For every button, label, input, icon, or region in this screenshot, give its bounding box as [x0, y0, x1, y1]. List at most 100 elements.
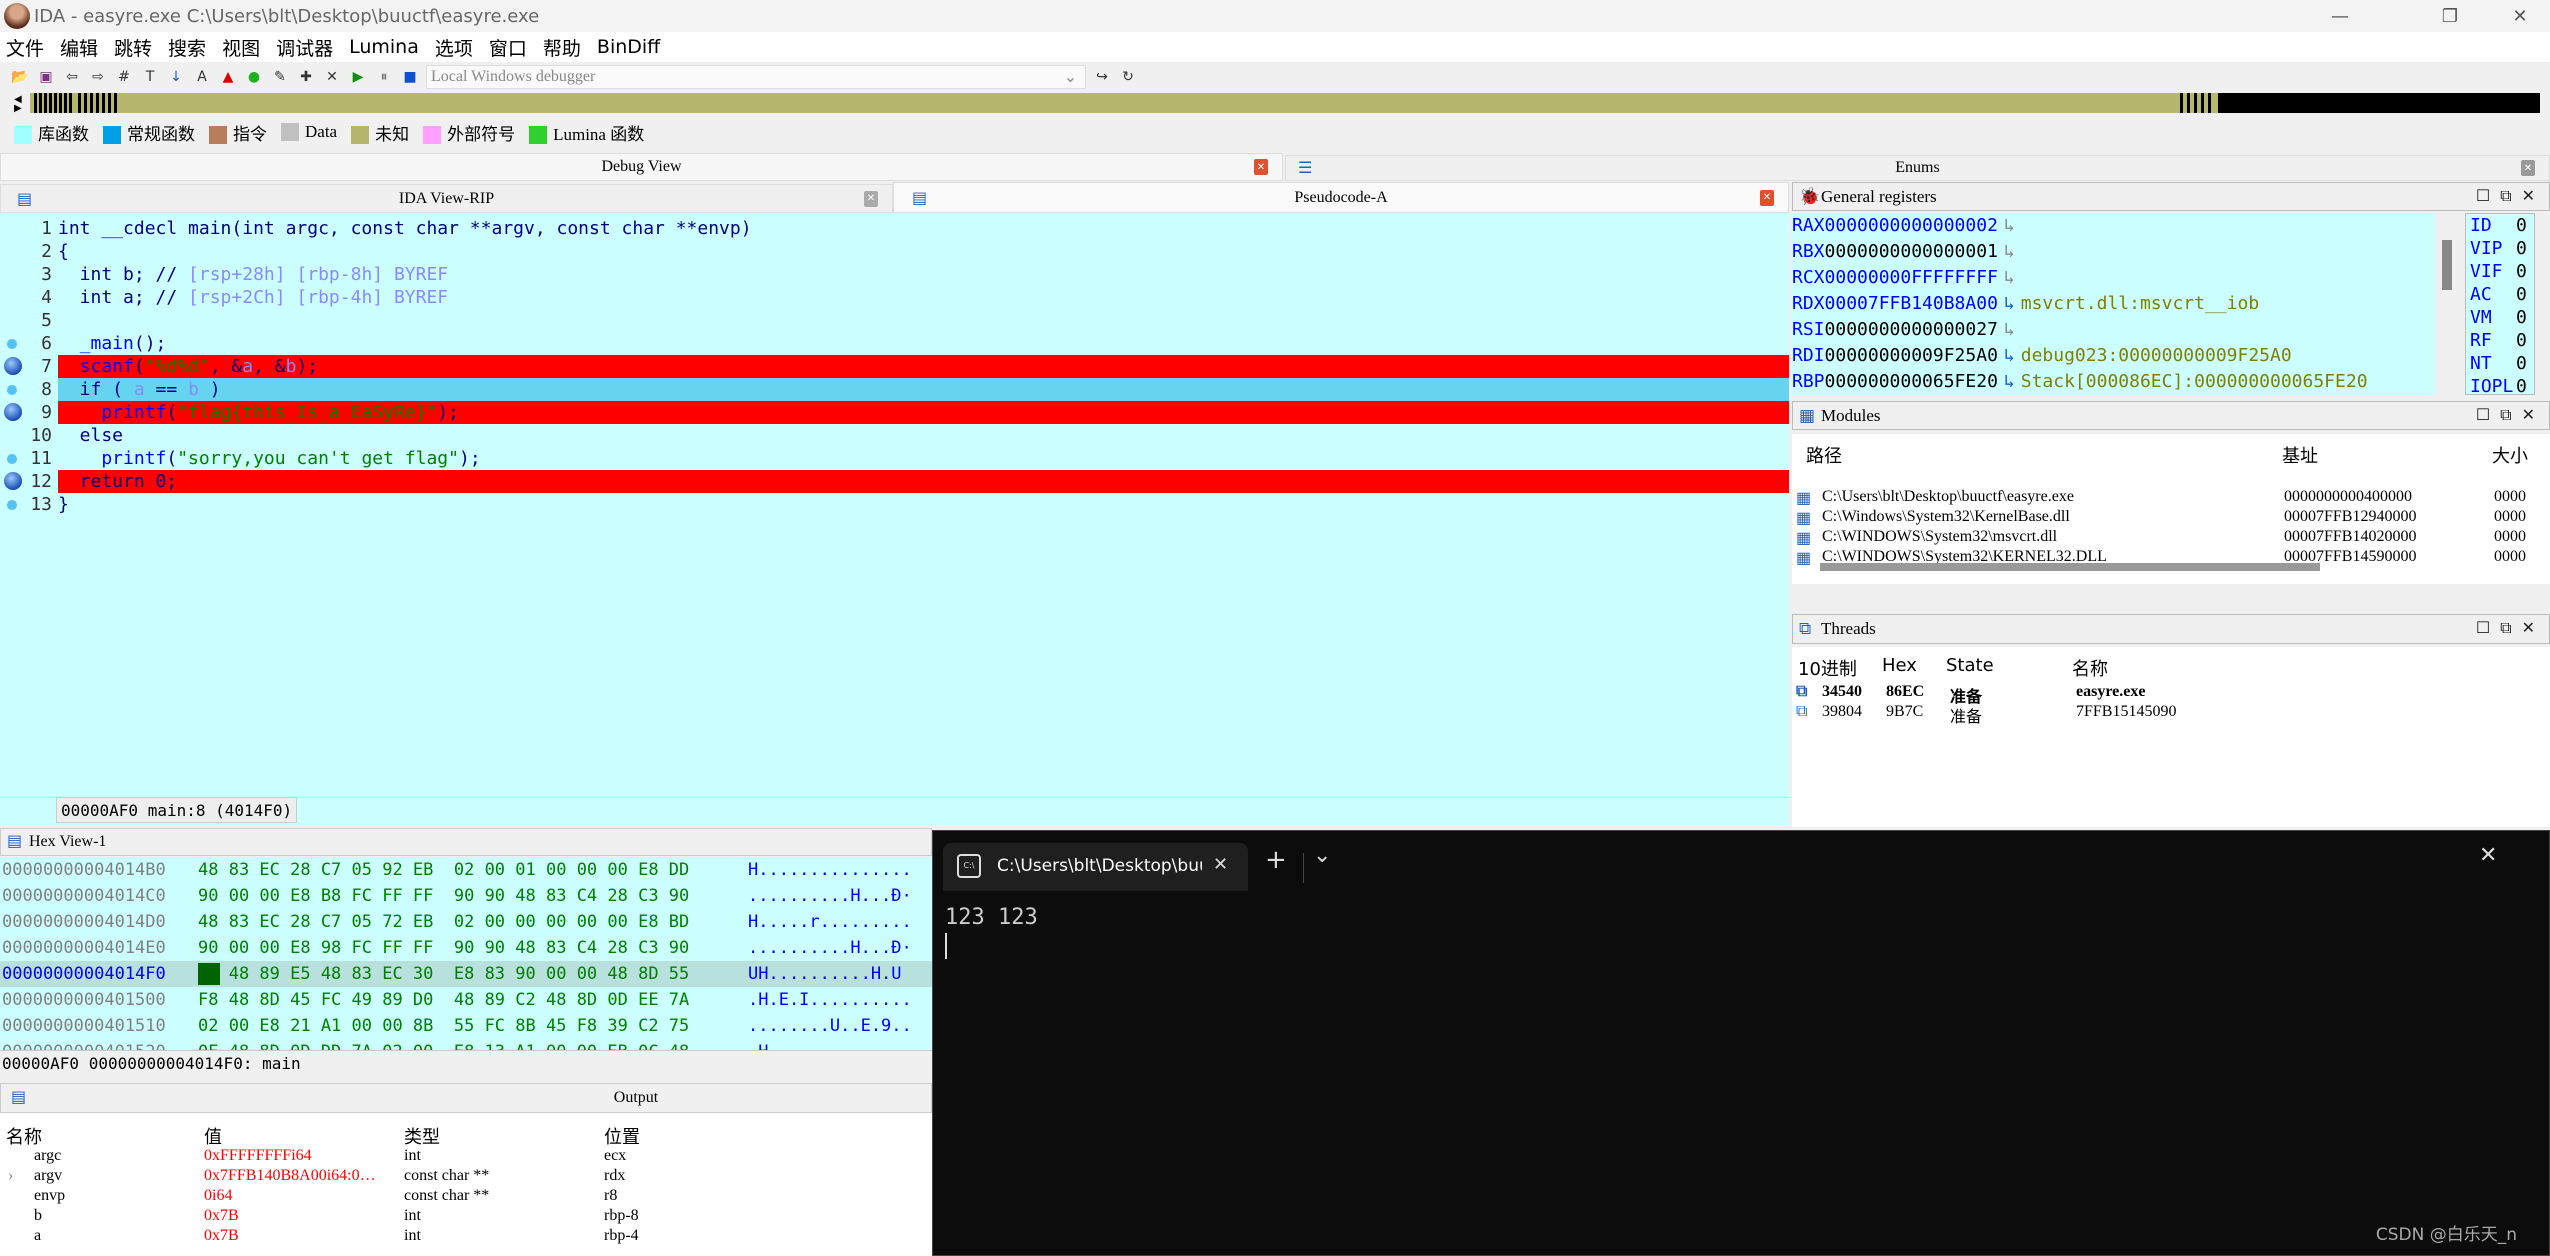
register-value[interactable]: 0000000000000002	[1825, 215, 1998, 236]
hex-row[interactable]: 00000000004014F0 55 48 89 E5 48 83 EC 30 …	[0, 961, 932, 987]
close-icon[interactable]: ✕	[1760, 189, 1774, 206]
flag-row[interactable]: ID 0	[2466, 214, 2534, 237]
text-icon[interactable]: A	[192, 67, 212, 87]
hex-ascii[interactable]: H.....r.........	[748, 909, 912, 935]
code-icon[interactable]: ✎	[270, 67, 290, 87]
hex-row[interactable]: 0000000000401500 F8 48 8D 45 FC 49 89 D0 …	[0, 987, 932, 1013]
code-line[interactable]: 12 return 0;	[0, 470, 1789, 493]
register-value[interactable]: 000000000065FE20	[1825, 371, 1998, 392]
hex-bytes[interactable]: 90 00 00 E8 98 FC FF FF 90 90 48 83 C4 2…	[198, 935, 689, 961]
save-icon[interactable]: ▣	[36, 67, 56, 87]
column-header[interactable]: State	[1946, 655, 1994, 676]
code-line[interactable]: 4 int a; // [rsp+2Ch] [rbp-4h] BYREF	[0, 286, 1789, 309]
thread-row[interactable]: ⧉ 39804 9B7C 准备 7FFB15145090	[1792, 703, 2550, 726]
jump-arrow-icon[interactable]: ↳	[2004, 267, 2015, 288]
jump-arrow-icon[interactable]: ↳	[2004, 241, 2015, 262]
column-header[interactable]: 10进制	[1798, 655, 1857, 681]
output-header[interactable]: ▤ Output	[0, 1083, 932, 1113]
search-binary-icon[interactable]: #	[114, 67, 134, 87]
navigation-band[interactable]	[30, 93, 2540, 113]
column-header[interactable]: 类型	[404, 1123, 440, 1149]
register-value[interactable]: 00000000FFFFFFFF	[1825, 267, 1998, 288]
flag-row[interactable]: RF 0	[2466, 329, 2534, 352]
terminal-tab[interactable]: C:\ C:\Users\blt\Desktop\buuctf\ ✕	[943, 843, 1248, 891]
terminal-close-button[interactable]: ✕	[2479, 843, 2497, 868]
pause-icon[interactable]: ⏸	[374, 67, 394, 87]
code-line[interactable]: 9 printf("flag{this_Is_a_EaSyRe}");	[0, 401, 1789, 424]
flag-row[interactable]: NT 0	[2466, 352, 2534, 375]
hex-row[interactable]: 00000000004014D0 48 83 EC 28 C7 05 72 EB …	[0, 909, 932, 935]
hex-ascii[interactable]: UH..........H.U	[748, 961, 902, 987]
local-var-row[interactable]: a 0x7B int rbp-4	[0, 1227, 932, 1247]
menu-item[interactable]: BinDiff	[597, 36, 660, 58]
green-circle-icon[interactable]: ●	[244, 67, 264, 87]
step-over-icon[interactable]: ↻	[1118, 67, 1138, 87]
hex-bytes[interactable]: 02 00 E8 21 A1 00 00 8B 55 FC 8B 45 F8 3…	[198, 1013, 689, 1039]
module-row[interactable]: ▦ C:\Windows\System32\KernelBase.dll 00007…	[1792, 508, 2550, 528]
register-value[interactable]: 00000000009F25A0	[1825, 345, 1998, 366]
close-icon[interactable]: ✕	[864, 190, 878, 207]
register-hint[interactable]: msvcrt.dll:msvcrt__iob	[2021, 293, 2259, 314]
register-value[interactable]: 0000000000000001	[1825, 241, 1998, 262]
jump-arrow-icon[interactable]: ↳	[2004, 371, 2015, 392]
nav-scroll-arrows[interactable]: ◀ ▶	[14, 95, 22, 114]
flag-row[interactable]: IOPL 0	[2466, 375, 2534, 394]
tab-ida-view-rip[interactable]: ▤ IDA View-RIP ✕	[0, 184, 893, 213]
jump-arrow-icon[interactable]: ↳	[2004, 215, 2015, 236]
play-icon[interactable]: ▶	[348, 67, 368, 87]
menu-item[interactable]: 帮助	[543, 34, 581, 61]
code-line[interactable]: 3 int b; // [rsp+28h] [rbp-8h] BYREF	[0, 263, 1789, 286]
hex-bytes[interactable]: 48 83 EC 28 C7 05 72 EB 02 00 00 00 00 0…	[198, 909, 689, 935]
menu-item[interactable]: Lumina	[349, 36, 419, 58]
menu-item[interactable]: 窗口	[489, 34, 527, 61]
local-var-row[interactable]: argc 0xFFFFFFFFi64 int ecx	[0, 1147, 932, 1167]
breakpoint-slot-icon[interactable]	[7, 454, 17, 464]
hex-row[interactable]: 00000000004014B0 48 83 EC 28 C7 05 92 EB …	[0, 857, 932, 883]
hex-row[interactable]: 00000000004014C0 90 00 00 E8 B8 FC FF FF …	[0, 883, 932, 909]
column-header[interactable]: 大小	[2492, 442, 2528, 468]
column-header[interactable]: Hex	[1882, 655, 1917, 676]
local-var-row[interactable]: b 0x7B int rbp-8	[0, 1207, 932, 1227]
register-hint[interactable]: debug023:00000000009F25A0	[2021, 345, 2292, 366]
tab-enums[interactable]: ☰ Enums ✕	[1285, 155, 2550, 181]
module-row[interactable]: ▦ C:\Users\blt\Desktop\buuctf\easyre.exe 0…	[1792, 488, 2550, 508]
hex-address[interactable]: 0000000000401500	[2, 987, 166, 1013]
hex-ascii[interactable]: .H.E.I..........	[748, 987, 912, 1013]
code-line[interactable]: 8 if ( a == b )	[0, 378, 1789, 401]
code-line[interactable]: 10 else	[0, 424, 1789, 447]
code-line[interactable]: 5	[0, 309, 1789, 332]
hex-row[interactable]: 00000000004014E0 90 00 00 E8 98 FC FF FF …	[0, 935, 932, 961]
breakpoint-slot-icon[interactable]	[7, 339, 17, 349]
hex-address[interactable]: 00000000004014D0	[2, 909, 166, 935]
menu-item[interactable]: 搜索	[168, 34, 206, 61]
hex-ascii[interactable]: ........U..E.9..	[748, 1013, 912, 1039]
terminal-window[interactable]: C:\ C:\Users\blt\Desktop\buuctf\ ✕ + ⌄ ✕…	[932, 830, 2550, 1256]
register-row[interactable]: RCX00000000FFFFFFFF ↳	[1792, 265, 2435, 291]
registers-scrollbar[interactable]	[2442, 240, 2452, 290]
code-line[interactable]: 2{	[0, 240, 1789, 263]
breakpoint-slot-icon[interactable]	[7, 500, 17, 510]
pseudocode-editor[interactable]: 1 int __cdecl main(int argc, const char *…	[0, 213, 1789, 797]
close-tab-button[interactable]: ✕	[1213, 854, 1228, 875]
close-icon[interactable]: ✕	[1254, 159, 1268, 175]
hex-bytes[interactable]: F8 48 8D 45 FC 49 89 D0 48 89 C2 48 8D 0…	[198, 987, 689, 1013]
new-tab-button[interactable]: +	[1265, 845, 1287, 875]
jump-icon[interactable]: ↓	[166, 67, 186, 87]
open-file-icon[interactable]: 📂	[10, 67, 30, 87]
debugger-select[interactable]: Local Windows debugger ⌄	[426, 65, 1086, 89]
hex-address[interactable]: 0000000000401510	[2, 1013, 166, 1039]
menu-item[interactable]: 跳转	[114, 34, 152, 61]
column-header[interactable]: 位置	[604, 1123, 640, 1149]
column-header[interactable]: 值	[204, 1123, 222, 1149]
tab-debug-view[interactable]: Debug View ✕	[0, 153, 1283, 181]
local-var-row[interactable]: › argv 0x7FFB140B8A00i64:0… const char ** rd…	[0, 1167, 932, 1187]
hex-bytes[interactable]: 55 48 89 E5 48 83 EC 30 E8 83 90 00 00 4…	[198, 961, 689, 987]
modules-hscrollbar[interactable]	[1820, 563, 2320, 571]
hex-row[interactable]: 0000000000401510 02 00 E8 21 A1 00 00 8B …	[0, 1013, 932, 1039]
stop-icon[interactable]: ■	[400, 67, 420, 87]
minimize-button[interactable]: —	[2310, 0, 2370, 32]
column-header[interactable]: 名称	[6, 1123, 42, 1149]
flag-row[interactable]: AC 0	[2466, 283, 2534, 306]
delete-icon[interactable]: ✕	[322, 67, 342, 87]
code-line[interactable]: 1 int __cdecl main(int argc, const char *…	[0, 217, 1789, 240]
